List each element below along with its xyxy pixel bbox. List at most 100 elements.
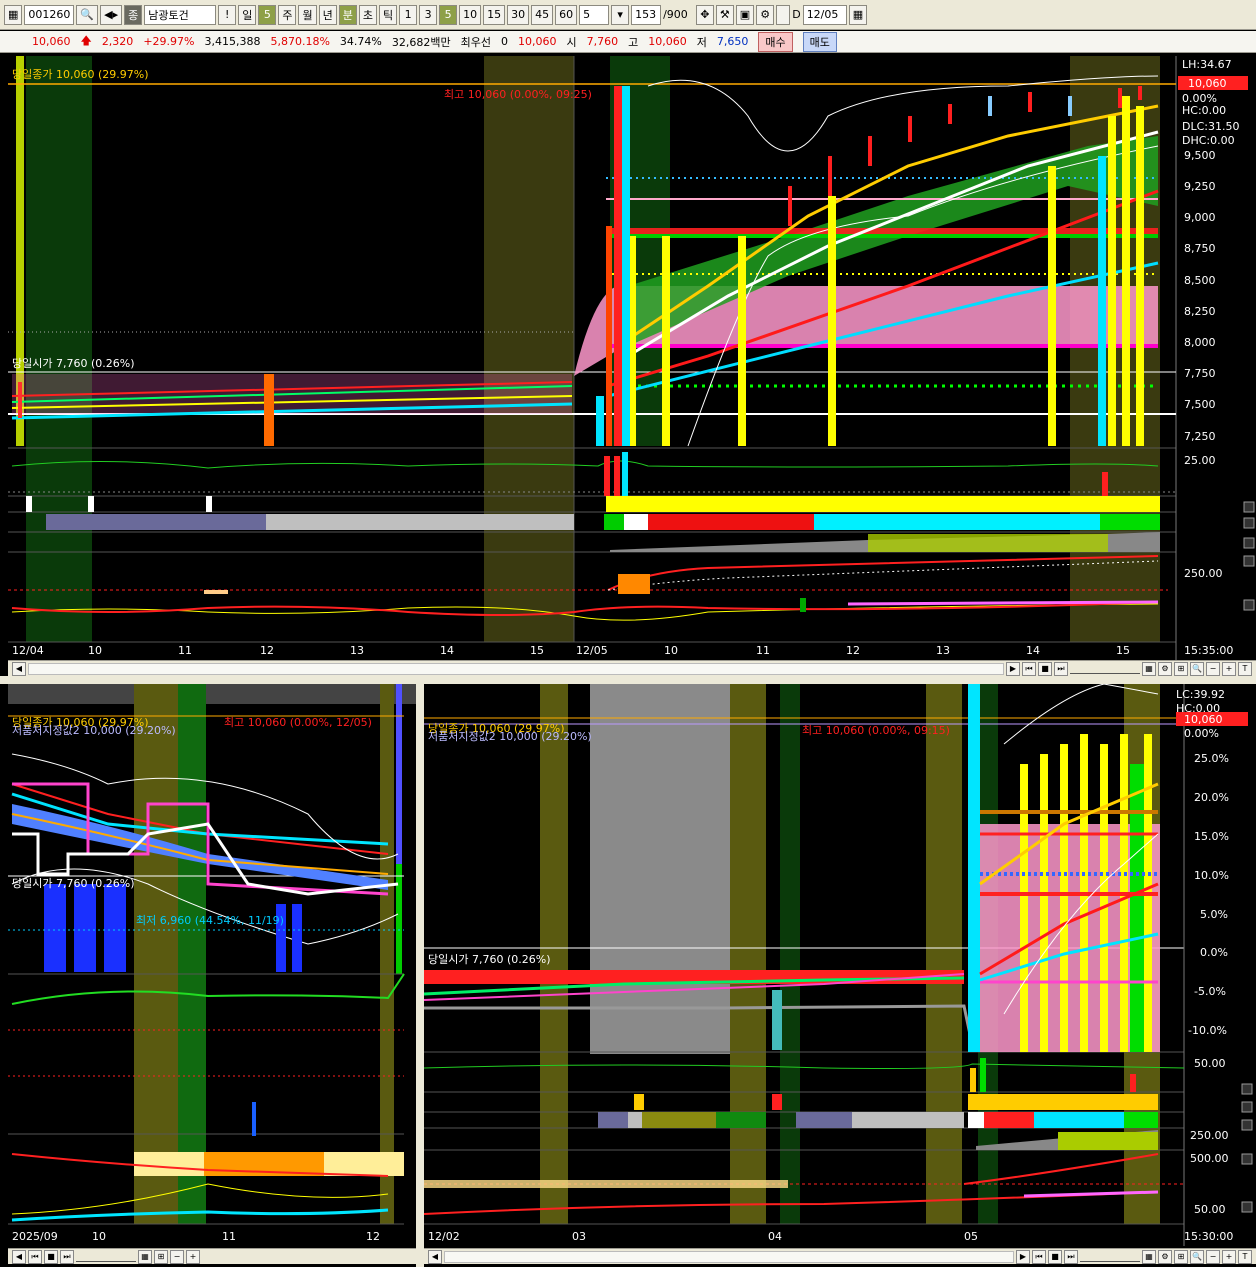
toolbar: ▦ 001260 🔍 ◀▸ 종 남광토건 ! 일 5 주 월 년 분 초 틱 1…: [0, 0, 1256, 30]
osc-tick: 250.00: [1190, 1129, 1229, 1142]
alert-button[interactable]: !: [218, 4, 237, 25]
chart-tool-icon[interactable]: ▦: [1142, 1249, 1156, 1264]
scroll-last-icon[interactable]: ⏭: [60, 1249, 74, 1264]
top-chart-svg[interactable]: 당일종가 10,060 (29.97%) 최고 10,060 (0.00%, 0…: [8, 56, 1256, 660]
prev-next-icon[interactable]: ◀▸: [100, 4, 123, 25]
scroll-right-icon[interactable]: ▶: [1006, 661, 1020, 676]
top-chart-pane[interactable]: 당일종가 10,060 (29.97%) 최고 10,060 (0.00%, 0…: [8, 56, 1256, 660]
dropdown-icon[interactable]: ▾: [611, 4, 630, 25]
zoom-in-icon[interactable]: +: [186, 1249, 200, 1264]
bottom-right-chart-svg[interactable]: 당일종가 10,060 (29.97%) 저품처지정값2 10,000 (29.…: [423, 683, 1256, 1246]
gradient-strip-green: [1058, 1132, 1158, 1150]
stop-icon[interactable]: ■: [1048, 1249, 1062, 1264]
bottom-left-chart-pane[interactable]: 당일종가 10,060 (29.97%) 최고 10,060 (0.00%, 1…: [8, 684, 416, 1246]
grid-icon[interactable]: ⊞: [154, 1249, 168, 1264]
period-second-button[interactable]: 초: [358, 4, 377, 25]
zoom-out-icon[interactable]: −: [170, 1249, 184, 1264]
grid-icon[interactable]: ⊞: [1174, 1249, 1188, 1264]
text-tool-icon[interactable]: T: [1238, 1249, 1252, 1264]
theory-label: 저품처지정값2 10,000 (29.20%): [12, 724, 176, 737]
zoom-slider[interactable]: [76, 1251, 136, 1262]
scroll-first-icon[interactable]: ⏮: [28, 1249, 42, 1264]
grid-icon[interactable]: ⊞: [1174, 661, 1188, 676]
session-band: [26, 56, 92, 642]
scroll-first-icon[interactable]: ⏮: [1022, 661, 1036, 676]
signal-bar: [1100, 744, 1108, 1052]
scroll-last-icon[interactable]: ⏭: [1054, 661, 1068, 676]
stop-icon[interactable]: ■: [1038, 661, 1052, 676]
scroll-left-icon[interactable]: ◀: [428, 1249, 442, 1264]
pane-close-icons[interactable]: [1241, 1083, 1253, 1213]
magnifier-icon[interactable]: 🔍: [1190, 1249, 1204, 1264]
interval-select[interactable]: 5: [579, 4, 610, 25]
zoom-in-icon[interactable]: +: [1222, 661, 1236, 676]
period-year-button[interactable]: 년: [318, 4, 337, 25]
interval-30[interactable]: 30: [507, 4, 530, 25]
period-tick-button[interactable]: 틱: [378, 4, 398, 25]
period-month-button[interactable]: 월: [298, 4, 317, 25]
search-icon[interactable]: 🔍: [76, 4, 99, 25]
crosshair-icon[interactable]: ✥: [695, 4, 714, 25]
scroll-left-icon[interactable]: ◀: [12, 661, 26, 676]
scroll-track[interactable]: [28, 662, 1004, 675]
stock-name-field[interactable]: 남광토건: [144, 4, 217, 25]
interval-3[interactable]: 3: [419, 4, 438, 25]
state-strip: [624, 514, 648, 530]
vertical-divider[interactable]: [416, 683, 424, 1267]
period-day-count[interactable]: 5: [258, 4, 277, 25]
zoom-slider[interactable]: [1080, 1251, 1140, 1262]
gear-icon[interactable]: ⚙: [1158, 1249, 1172, 1264]
zoom-out-icon[interactable]: −: [1206, 661, 1220, 676]
stock-picker-icon[interactable]: ▦: [4, 4, 23, 25]
scroll-left-icon[interactable]: ◀: [12, 1249, 26, 1264]
gear-icon[interactable]: ⚙: [1158, 661, 1172, 676]
pane-close-icons[interactable]: [1243, 501, 1255, 611]
calendar-icon[interactable]: ▦: [848, 4, 868, 25]
interval-45[interactable]: 45: [531, 4, 554, 25]
interval-10[interactable]: 10: [459, 4, 482, 25]
date-label: 10: [664, 644, 678, 657]
interval-1[interactable]: 1: [399, 4, 418, 25]
count-input[interactable]: 153: [631, 4, 662, 25]
volume-bar: [970, 1068, 976, 1092]
scroll-right-icon[interactable]: ▶: [1016, 1249, 1030, 1264]
interval-60[interactable]: 60: [555, 4, 578, 25]
close-label: 당일종가 10,060 (29.97%): [12, 67, 149, 81]
top-scrollbar[interactable]: ◀ ▶ ⏮ ■ ⏭ ▦ ⚙ ⊞ 🔍 − + T: [8, 660, 1256, 676]
bottom-left-chart-svg[interactable]: 당일종가 10,060 (29.97%) 최고 10,060 (0.00%, 1…: [8, 684, 416, 1246]
magnifier-icon[interactable]: 🔍: [1190, 661, 1204, 676]
date-checkbox[interactable]: [776, 4, 791, 25]
session-band: [926, 684, 962, 1224]
interval-5[interactable]: 5: [439, 4, 458, 25]
sell-button[interactable]: 매도: [802, 31, 837, 52]
scroll-last-icon[interactable]: ⏭: [1064, 1249, 1078, 1264]
pct-tick: -10.0%: [1188, 1024, 1227, 1037]
stop-icon[interactable]: ■: [44, 1249, 58, 1264]
date-input[interactable]: 12/05: [802, 4, 847, 25]
date-label: 10: [92, 1230, 106, 1243]
stock-code-input[interactable]: 001260: [24, 4, 75, 25]
scroll-track[interactable]: [444, 1250, 1014, 1263]
bottom-left-scrollbar[interactable]: ◀ ⏮ ■ ⏭ ▦ ⊞ − +: [8, 1248, 416, 1264]
scroll-first-icon[interactable]: ⏮: [1032, 1249, 1046, 1264]
buy-button[interactable]: 매수: [758, 31, 793, 52]
interval-15[interactable]: 15: [483, 4, 506, 25]
bottom-right-scrollbar[interactable]: ◀ ▶ ⏮ ■ ⏭ ▦ ⚙ ⊞ 🔍 − + T: [424, 1248, 1256, 1264]
chart-tool-icon[interactable]: ▦: [138, 1249, 152, 1264]
chart-tool-icon[interactable]: ▦: [1142, 661, 1156, 676]
period-day-button[interactable]: 일: [238, 4, 257, 25]
bottom-right-chart-pane[interactable]: 당일종가 10,060 (29.97%) 저품처지정값2 10,000 (29.…: [423, 683, 1256, 1246]
zoom-in-icon[interactable]: +: [1222, 1249, 1236, 1264]
best-price: 10,060: [517, 35, 557, 48]
period-minute-button[interactable]: 분: [338, 4, 357, 25]
gear-icon[interactable]: ⚙: [756, 4, 775, 25]
pct-tick: 5.0%: [1200, 908, 1228, 921]
period-week-button[interactable]: 주: [278, 4, 297, 25]
zoom-slider[interactable]: [1070, 663, 1140, 674]
tools-icon[interactable]: ⚒: [715, 4, 734, 25]
horizontal-divider[interactable]: [0, 676, 1256, 684]
text-tool-icon[interactable]: T: [1238, 661, 1252, 676]
zoom-out-icon[interactable]: −: [1206, 1249, 1220, 1264]
theory-label: 저품처지정값2 10,000 (29.20%): [428, 730, 592, 743]
save-icon[interactable]: ▣: [735, 4, 755, 25]
